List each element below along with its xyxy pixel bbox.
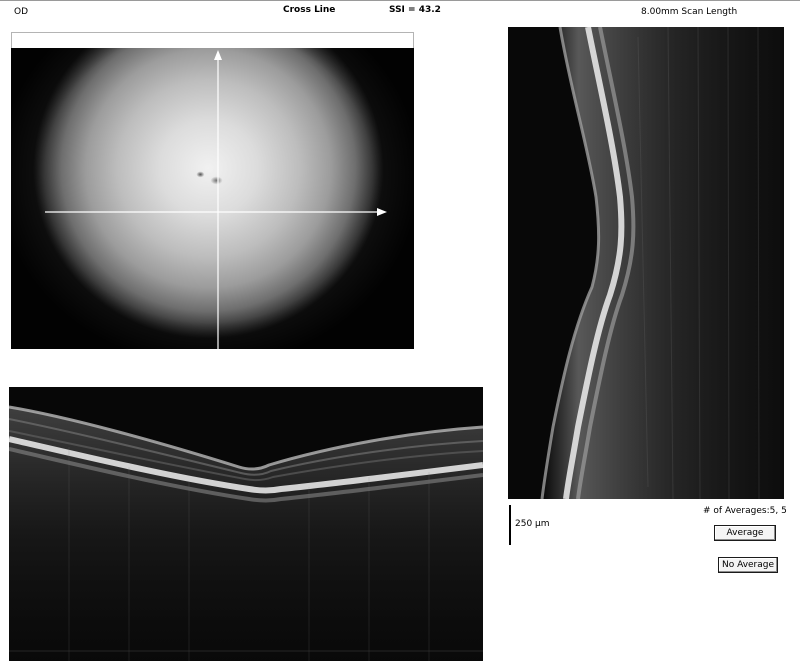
vertical-scan-arrow-icon (214, 50, 222, 60)
no-average-button[interactable]: No Average (718, 557, 778, 573)
eye-label: OD (14, 7, 29, 17)
average-button[interactable]: Average (714, 525, 776, 541)
horizontal-scan-arrow-icon (377, 208, 387, 216)
scale-bar (509, 505, 511, 545)
ssi-label: SSI = 43.2 (389, 5, 441, 15)
scan-type-label: Cross Line (283, 5, 336, 15)
crosshair-overlay[interactable] (11, 48, 414, 349)
scan-length-label: 8.00mm Scan Length (641, 7, 738, 17)
scale-bar-label: 250 µm (515, 519, 550, 529)
vertical-bscan-image (508, 27, 784, 499)
top-divider (0, 0, 800, 1)
fundus-image[interactable] (11, 48, 414, 349)
horizontal-bscan-image (9, 387, 483, 661)
fundus-header-bar (11, 32, 414, 49)
averages-label: # of Averages:5, 5 (703, 506, 787, 516)
